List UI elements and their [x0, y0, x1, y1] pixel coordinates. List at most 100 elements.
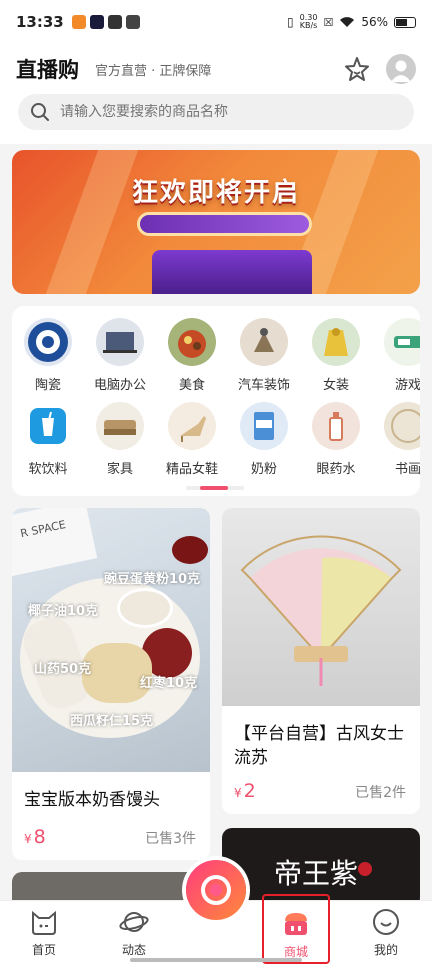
product-image — [222, 508, 420, 706]
page-subtitle: 官方直营 · 正牌保障 — [95, 63, 212, 79]
category-games[interactable]: 游戏 — [372, 318, 420, 402]
nav-item-home[interactable]: 首页 — [14, 907, 74, 958]
product-price: ¥8 — [24, 826, 46, 848]
sold-count: 已售2件 — [355, 785, 406, 801]
high-heel-icon — [168, 402, 216, 450]
search-input[interactable] — [60, 104, 380, 120]
nav-label: 动态 — [121, 943, 146, 957]
app-notification-icon — [89, 15, 104, 29]
category-car-decor[interactable]: 汽车装饰 — [228, 318, 300, 402]
header-actions — [342, 54, 416, 84]
sofa-icon — [96, 402, 144, 450]
image-caption: 山药50克 — [34, 662, 92, 677]
category-scroll-indicator — [186, 486, 244, 490]
painting-icon — [384, 402, 420, 450]
category-label: 女装 — [322, 378, 349, 393]
status-indicators: ▯ 0.30 KB/s ☒ 56% — [287, 14, 416, 30]
category-womens-shoes[interactable]: 精品女鞋 — [156, 402, 228, 486]
image-caption: 红枣10克 — [140, 676, 198, 691]
category-label: 软饮料 — [28, 462, 68, 477]
product-image: R SPACE 豌豆蛋黄粉10克 椰子油10克 山药50克 红枣10克 西瓜籽仁… — [12, 508, 210, 772]
selection-highlight — [262, 894, 330, 964]
category-food[interactable]: 美食 — [156, 318, 228, 402]
image-caption: 西瓜籽仁15克 — [70, 714, 154, 729]
status-time: 13:33 — [16, 13, 64, 31]
product-title: 【平台自营】古风女士流苏 — [234, 724, 404, 768]
battery-icon — [394, 16, 416, 28]
category-soft-drinks[interactable]: 软饮料 — [12, 402, 84, 486]
dates-graphic — [172, 536, 208, 564]
status-bar: 13:33 ▯ 0.30 KB/s ☒ 56% — [0, 0, 432, 44]
profile-icon — [373, 909, 399, 935]
category-eye-drops[interactable]: 眼药水 — [300, 402, 372, 486]
category-milk-powder[interactable]: 奶粉 — [228, 402, 300, 486]
image-caption: 豌豆蛋黄粉10克 — [104, 572, 201, 587]
home-indicator — [130, 958, 302, 962]
fan-graphic — [240, 535, 402, 686]
app-notification-icon — [125, 15, 140, 29]
category-label: 家具 — [106, 462, 133, 477]
header: 直播购 官方直营 · 正牌保障 — [0, 44, 432, 144]
search-icon — [31, 103, 49, 121]
product-title: 宝宝版本奶香馒头 — [24, 790, 160, 810]
egg-bowl-graphic — [117, 588, 173, 628]
category-label: 陶瓷 — [34, 378, 61, 393]
product-card[interactable]: 【平台自营】古风女士流苏 ¥2 已售2件 — [222, 508, 420, 814]
camera-icon — [201, 875, 231, 905]
nav-label: 我的 — [373, 943, 398, 957]
category-ceramics[interactable]: 陶瓷 — [12, 318, 84, 402]
food-icon — [168, 318, 216, 366]
promo-banner[interactable]: 狂欢即将开启 — [12, 150, 420, 294]
milk-powder-icon — [240, 402, 288, 450]
category-label: 游戏 — [394, 378, 420, 393]
product-price: ¥2 — [234, 780, 256, 802]
seal-icon — [358, 862, 372, 876]
product-card[interactable]: R SPACE 豌豆蛋黄粉10克 椰子油10克 山药50克 红枣10克 西瓜籽仁… — [12, 508, 210, 860]
category-furniture[interactable]: 家具 — [84, 402, 156, 486]
category-grid: 陶瓷 电脑办公 美食 汽车装饰 女装 游戏 软饮料 家具 精品女鞋 奶粉 眼药水… — [12, 306, 420, 496]
banner-decoration — [137, 212, 312, 236]
wifi-icon — [340, 17, 355, 27]
app-notification-icon — [71, 15, 86, 29]
banner-stage-graphic — [152, 250, 312, 294]
category-label: 书画 — [394, 462, 420, 477]
page-title: 直播购 — [16, 58, 79, 82]
category-label: 汽车装饰 — [237, 378, 290, 393]
category-label: 电脑办公 — [93, 378, 146, 393]
laptop-icon — [96, 318, 144, 366]
battery-text: 56% — [361, 15, 388, 29]
star-icon[interactable] — [342, 54, 372, 84]
packaging-box: R SPACE — [12, 508, 98, 577]
nav-item-profile[interactable]: 我的 — [356, 907, 416, 958]
category-label: 精品女鞋 — [165, 462, 218, 477]
category-label: 美食 — [178, 378, 205, 393]
nav-label: 首页 — [31, 943, 56, 957]
status-app-icons — [71, 15, 140, 29]
category-row: 陶瓷 电脑办公 美食 汽车装饰 女装 游戏 — [12, 318, 420, 402]
sold-count: 已售3件 — [145, 831, 196, 847]
planet-icon — [119, 912, 149, 932]
banner-title: 狂欢即将开启 — [131, 178, 300, 208]
vibrate-icon: ▯ — [287, 15, 294, 29]
network-speed: 0.30 KB/s — [299, 13, 318, 30]
category-painting[interactable]: 书画 — [372, 402, 420, 486]
category-row: 软饮料 家具 精品女鞋 奶粉 眼药水 书画 — [12, 402, 420, 486]
category-label: 奶粉 — [250, 462, 277, 477]
image-caption: 椰子油10克 — [28, 604, 99, 619]
category-label: 眼药水 — [316, 462, 356, 477]
ceramics-icon — [24, 318, 72, 366]
category-computer-office[interactable]: 电脑办公 — [84, 318, 156, 402]
eye-drops-icon — [312, 402, 360, 450]
game-device-icon — [384, 318, 420, 366]
app-notification-icon — [107, 15, 122, 29]
live-camera-button[interactable] — [186, 860, 246, 920]
car-decor-icon — [240, 318, 288, 366]
womens-clothing-icon — [312, 318, 360, 366]
sim-icon: ☒ — [323, 15, 334, 29]
search-bar[interactable] — [18, 94, 414, 130]
drink-icon — [24, 402, 72, 450]
nav-item-feed[interactable]: 动态 — [104, 907, 164, 958]
category-womens-clothing[interactable]: 女装 — [300, 318, 372, 402]
user-avatar-icon[interactable] — [386, 54, 416, 84]
title-row: 直播购 官方直营 · 正牌保障 — [16, 52, 416, 86]
